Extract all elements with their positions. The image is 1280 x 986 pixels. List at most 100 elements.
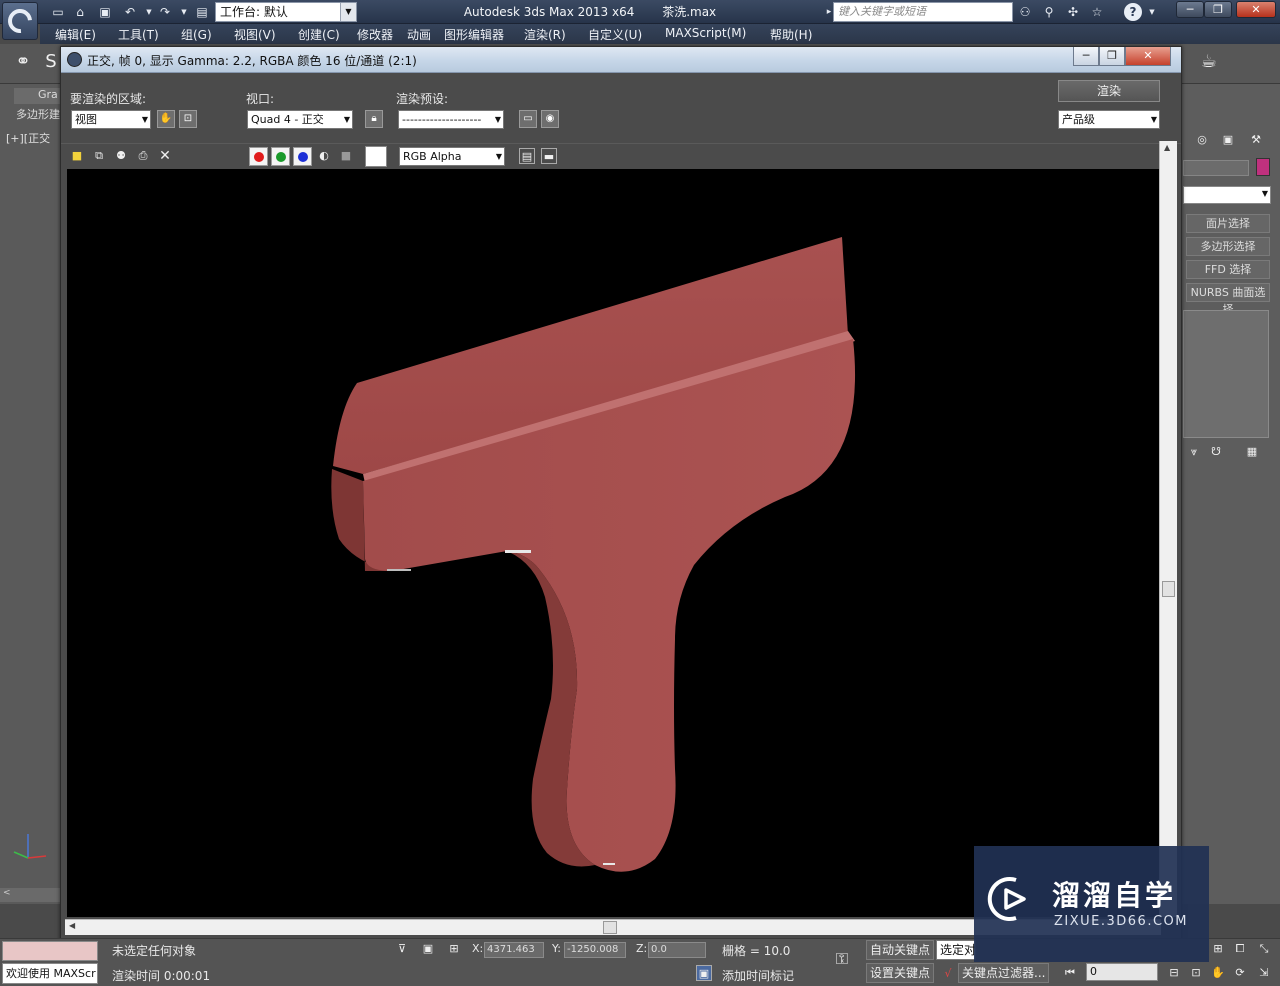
- zoom-extents-icon[interactable]: ⊞: [1210, 941, 1226, 957]
- auto-key-button[interactable]: 自动关键点: [866, 940, 935, 960]
- maximize-icon[interactable]: ❐: [1204, 1, 1232, 18]
- save-file-icon[interactable]: ▣: [96, 3, 114, 21]
- scroll-left-icon[interactable]: ◀: [69, 921, 75, 930]
- color-swatch[interactable]: [365, 146, 387, 167]
- menu-modifiers[interactable]: 修改器: [357, 26, 393, 43]
- undo-icon[interactable]: ↶: [121, 3, 139, 21]
- clone-frame-icon[interactable]: ⚉: [113, 148, 129, 164]
- maximize-viewport-icon[interactable]: ⇲: [1256, 965, 1272, 981]
- maxscript-listener-mini[interactable]: [2, 941, 98, 961]
- teapot-render-icon[interactable]: ☕: [1198, 53, 1220, 71]
- modifier-list-dropdown[interactable]: ▼: [1183, 186, 1271, 204]
- save-image-icon[interactable]: ■: [69, 148, 85, 164]
- auto-region-icon[interactable]: ⊡: [179, 110, 197, 128]
- vertical-scrollbar[interactable]: ▲: [1159, 141, 1177, 917]
- copy-image-icon[interactable]: ⧉: [91, 148, 107, 164]
- print-image-icon[interactable]: ⎙: [135, 148, 151, 164]
- menu-maxscript[interactable]: MAXScript(M): [665, 26, 746, 40]
- menu-create[interactable]: 创建(C): [298, 26, 340, 43]
- lock-icon[interactable]: 🔒︎: [365, 110, 383, 128]
- green-channel-button[interactable]: [271, 147, 290, 166]
- edit-region-icon[interactable]: ✋: [157, 110, 175, 128]
- communication-icon[interactable]: ⚲: [1040, 3, 1058, 21]
- redo-icon[interactable]: ↷: [156, 3, 174, 21]
- menu-customize[interactable]: 自定义(U): [588, 26, 642, 43]
- rw-close-icon[interactable]: ✕: [1125, 47, 1171, 66]
- render-setup-icon[interactable]: ▭: [519, 110, 537, 128]
- selection-lock-icon[interactable]: ⊽: [394, 941, 410, 957]
- object-name-field[interactable]: [1183, 160, 1249, 176]
- absolute-mode-icon[interactable]: ⊞: [446, 941, 462, 957]
- workspace-select[interactable]: 工作台: 默认 ▼: [215, 2, 357, 22]
- x-coordinate-field[interactable]: 4371.463: [484, 942, 544, 958]
- blue-channel-button[interactable]: [293, 147, 312, 166]
- go-to-start-icon[interactable]: ⏮: [1062, 965, 1078, 981]
- menu-graph-editors[interactable]: 图形编辑器: [444, 26, 504, 43]
- key-filters-button[interactable]: 关键点过滤器...: [958, 963, 1050, 983]
- configure-sets-icon[interactable]: ▦: [1244, 444, 1260, 460]
- orbit-icon[interactable]: ⟳: [1232, 965, 1248, 981]
- menu-tools[interactable]: 工具(T): [118, 26, 159, 43]
- selected-object-dropdown[interactable]: 选定对: [936, 940, 976, 960]
- menu-rendering[interactable]: 渲染(R): [524, 26, 566, 43]
- clear-image-icon[interactable]: ✕: [157, 148, 173, 164]
- menu-group[interactable]: 组(G): [181, 26, 212, 43]
- redo-dropdown-icon[interactable]: ▼: [175, 3, 193, 21]
- add-time-tag[interactable]: 添加时间标记: [722, 967, 794, 984]
- field-of-view-icon[interactable]: ⤡: [1256, 941, 1272, 957]
- viewport-select[interactable]: Quad 4 - 正交 ▼: [247, 110, 353, 129]
- viewport-label[interactable]: [+][正交: [6, 130, 50, 146]
- scroll-up-icon[interactable]: ▲: [1164, 143, 1170, 152]
- vertical-scroll-thumb[interactable]: [1162, 581, 1175, 597]
- select-link-icon[interactable]: ⚭: [12, 53, 34, 71]
- toggle-ui-overlay-icon[interactable]: ▤: [519, 148, 535, 164]
- tools-icon[interactable]: ✣: [1064, 3, 1082, 21]
- display-panel-icon[interactable]: ◎: [1194, 132, 1210, 148]
- project-folder-icon[interactable]: ▤: [193, 3, 211, 21]
- region-zoom-icon[interactable]: ⊡: [1188, 965, 1204, 981]
- app-logo-icon[interactable]: [2, 2, 38, 40]
- favorites-star-icon[interactable]: ☆: [1088, 3, 1106, 21]
- help-icon[interactable]: ?: [1124, 3, 1142, 21]
- minimize-icon[interactable]: ─: [1176, 1, 1204, 18]
- menu-edit[interactable]: 编辑(E): [55, 26, 96, 43]
- z-coordinate-field[interactable]: 0.0: [648, 942, 706, 958]
- set-key-button[interactable]: 设置关键点: [866, 963, 935, 983]
- search-input[interactable]: 键入关键字或短语: [833, 2, 1013, 22]
- menu-help[interactable]: 帮助(H): [770, 26, 812, 43]
- open-file-icon[interactable]: ⌂: [71, 3, 89, 21]
- area-select[interactable]: 视图 ▼: [71, 110, 151, 129]
- show-end-result-icon[interactable]: ☋: [1208, 444, 1224, 460]
- binoculars-icon[interactable]: ⚇: [1016, 3, 1034, 21]
- menu-views[interactable]: 视图(V): [234, 26, 276, 43]
- patch-select-button[interactable]: 面片选择: [1186, 214, 1270, 233]
- key-mode-icon[interactable]: ⚿: [830, 951, 854, 967]
- render-button[interactable]: 渲染: [1058, 80, 1160, 102]
- monochrome-icon[interactable]: ■: [338, 148, 354, 164]
- red-channel-button[interactable]: [249, 147, 268, 166]
- render-window-titlebar[interactable]: 正交, 帧 0, 显示 Gamma: 2.2, RGBA 颜色 16 位/通道 …: [61, 47, 1181, 73]
- poly-select-button[interactable]: 多边形选择: [1186, 237, 1270, 256]
- channel-select[interactable]: RGB Alpha ▼: [399, 147, 505, 166]
- pan-hand-icon[interactable]: ✋: [1210, 965, 1226, 981]
- nurbs-select-button[interactable]: NURBS 曲面选择: [1186, 283, 1270, 316]
- object-color-swatch[interactable]: [1256, 158, 1270, 176]
- menu-animation[interactable]: 动画: [407, 26, 431, 43]
- current-frame-field[interactable]: 0: [1086, 963, 1158, 981]
- ffd-select-button[interactable]: FFD 选择: [1186, 260, 1270, 279]
- utilities-monitor-icon[interactable]: ▣: [1220, 132, 1236, 148]
- left-scroll-arrow[interactable]: <: [0, 888, 60, 902]
- rw-minimize-icon[interactable]: ─: [1073, 47, 1099, 66]
- lock-icon[interactable]: ▣: [420, 941, 436, 957]
- zoom-extents-all-icon[interactable]: ⊟: [1166, 965, 1182, 981]
- horizontal-scroll-thumb[interactable]: [603, 921, 617, 934]
- zoom-region-icon[interactable]: ⧠: [1232, 941, 1248, 957]
- key-curve-icon[interactable]: √: [940, 966, 956, 982]
- alpha-channel-icon[interactable]: ◐: [316, 148, 332, 164]
- unlink-icon[interactable]: S: [44, 53, 58, 71]
- modifier-stack[interactable]: [1183, 310, 1269, 438]
- quality-select[interactable]: 产品级 ▼: [1058, 110, 1160, 129]
- rw-maximize-icon[interactable]: ❐: [1099, 47, 1125, 66]
- pin-stack-icon[interactable]: ⩔: [1186, 444, 1202, 460]
- y-coordinate-field[interactable]: -1250.008: [564, 942, 626, 958]
